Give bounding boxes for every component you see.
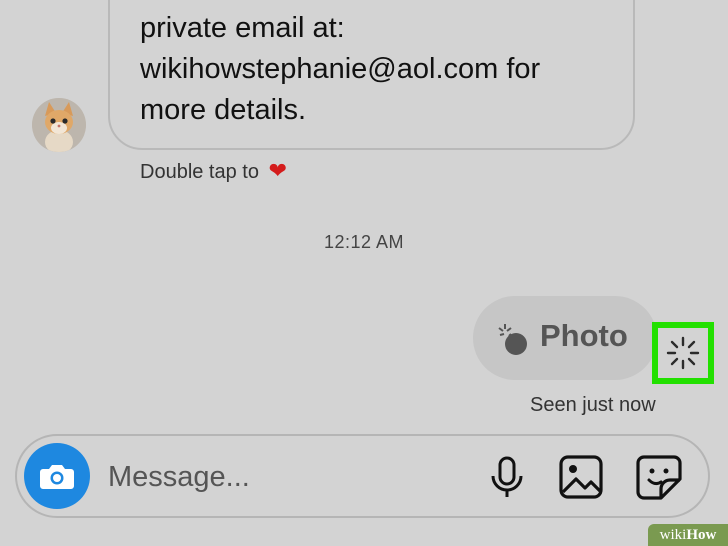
sticker-icon [636,455,682,500]
spinner-icon [658,328,708,378]
contact-avatar[interactable] [32,98,86,152]
camera-button[interactable] [24,443,90,509]
reaction-hint: Double tap to ❤ [140,158,287,184]
reaction-hint-text: Double tap to [140,161,259,183]
sticker-button[interactable] [634,452,684,502]
gallery-icon [559,455,603,499]
seen-status: Seen just now [530,394,656,416]
sending-indicator-highlight [652,322,714,384]
message-line: wikihowstephanie@aol.com for [140,53,541,85]
watermark-prefix: wiki [659,527,687,543]
gallery-button[interactable] [556,452,606,502]
microphone-icon [491,456,523,497]
watermark-suffix: How [686,527,717,543]
heart-icon[interactable]: ❤ [269,158,287,183]
message-line: more details. [140,94,307,126]
message-line: private email at: [140,12,345,44]
kitten-avatar-icon [32,98,86,152]
wikihow-watermark: wikiHow [648,524,728,546]
camera-icon [40,465,74,489]
photo-label: Photo [540,318,628,353]
received-message-text: private email at: wikihowstephanie@aol.c… [140,0,610,131]
message-timestamp: 12:12 AM [323,232,405,252]
bomb-icon [498,324,527,355]
message-input[interactable] [108,458,438,496]
microphone-button[interactable] [482,452,532,502]
